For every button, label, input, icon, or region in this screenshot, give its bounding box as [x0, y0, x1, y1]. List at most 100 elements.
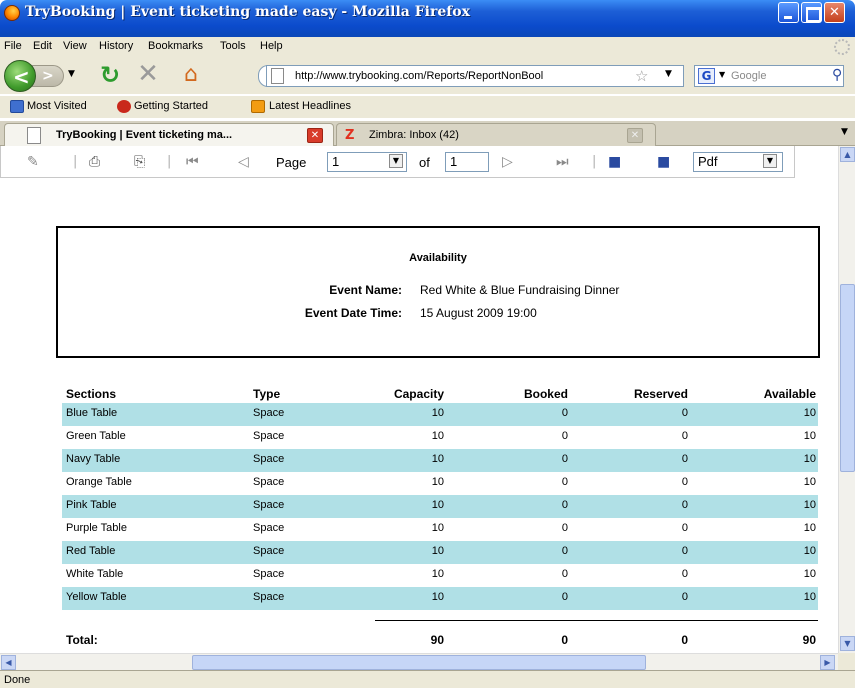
history-dropdown-icon[interactable]: ▼ — [68, 69, 75, 79]
tab-bar: TryBooking | Event ticketing ma... ✕ Z Z… — [0, 121, 855, 147]
last-page-icon[interactable]: ⏭ — [556, 154, 569, 170]
cell-booked: 0 — [561, 545, 568, 557]
cell-booked: 0 — [561, 499, 568, 511]
first-page-icon[interactable]: ⏮ — [186, 154, 199, 170]
tab-trybooking[interactable]: TryBooking | Event ticketing ma... ✕ — [4, 123, 334, 147]
edit-icon[interactable]: ✎ — [27, 154, 39, 170]
cell-type: Space — [253, 453, 285, 465]
search-icon[interactable]: ⚲ — [832, 67, 842, 83]
table-row: White Table Space 10 0 0 10 — [62, 564, 818, 587]
export-format-dropdown-icon[interactable]: ▼ — [763, 154, 777, 168]
next-page-icon[interactable]: ▷ — [502, 154, 513, 170]
print-preview-icon[interactable]: ⎘ — [134, 154, 145, 170]
cell-type: Space — [253, 568, 285, 580]
cell-reserved: 0 — [681, 499, 688, 511]
cell-reserved: 0 — [681, 476, 688, 488]
cell-type: Space — [253, 476, 285, 488]
cell-booked: 0 — [561, 568, 568, 580]
tab-zimbra[interactable]: Z Zimbra: Inbox (42) ✕ — [336, 123, 656, 146]
scroll-left-icon[interactable]: ◀ — [1, 655, 16, 670]
page-dropdown-icon[interactable]: ▼ — [389, 154, 403, 168]
search-engine-dropdown-icon[interactable]: ▼ — [719, 70, 725, 79]
bookmark-most-visited[interactable]: Most Visited — [27, 100, 87, 112]
report-header: Availability Event Name: Red White & Blu… — [56, 226, 820, 358]
minimize-icon — [779, 3, 798, 22]
vertical-scrollbar[interactable]: ▲ ▼ — [838, 146, 855, 653]
cell-available: 10 — [803, 568, 816, 580]
table-row: Yellow Table Space 10 0 0 10 — [62, 587, 818, 610]
search-bar[interactable]: G ▼ Google ⚲ — [694, 65, 844, 87]
window-title-bar: TryBooking | Event ticketing made easy -… — [0, 0, 855, 37]
menu-tools[interactable]: Tools — [220, 40, 246, 52]
cell-section: Yellow Table — [66, 591, 127, 603]
horizontal-scrollbar[interactable]: ◀ ▶ — [0, 653, 838, 670]
scroll-down-icon[interactable]: ▼ — [840, 636, 855, 651]
col-sections: Sections — [66, 387, 117, 401]
cell-capacity: 10 — [431, 476, 444, 488]
reload-button[interactable]: ↻ — [98, 63, 122, 87]
cell-booked: 0 — [561, 407, 568, 419]
back-button[interactable]: < — [4, 60, 36, 92]
search-engine-icon[interactable]: G — [698, 68, 715, 84]
search-input[interactable]: Google — [731, 70, 766, 82]
menu-bookmarks[interactable]: Bookmarks — [148, 40, 203, 52]
event-datetime-label: Event Date Time: — [304, 306, 402, 320]
vertical-scroll-thumb[interactable] — [840, 284, 855, 472]
report-toolbar: ✎ | ⎙ ⎘ | ⏮ ◁ Page 1 ▼ of 1 ▷ ⏭ | ■ ■ Pd… — [0, 146, 795, 178]
cell-reserved: 0 — [681, 430, 688, 442]
url-text[interactable]: http://www.trybooking.com/Reports/Report… — [295, 70, 543, 82]
cell-available: 10 — [803, 545, 816, 557]
cell-capacity: 10 — [431, 453, 444, 465]
close-icon: ✕ — [829, 5, 840, 20]
table-row: Purple Table Space 10 0 0 10 — [62, 518, 818, 541]
menu-file[interactable]: File — [4, 40, 22, 52]
cell-reserved: 0 — [681, 545, 688, 557]
getting-started-icon — [117, 100, 131, 113]
horizontal-scroll-thumb[interactable] — [192, 655, 646, 670]
page-icon — [271, 68, 284, 84]
save-icon[interactable]: ■ — [608, 154, 621, 170]
close-window-button[interactable]: ✕ — [824, 2, 845, 23]
close-tab-button[interactable]: ✕ — [307, 128, 323, 143]
total-divider — [375, 620, 818, 621]
cell-capacity: 10 — [431, 407, 444, 419]
activity-throbber-icon — [834, 39, 850, 55]
cell-type: Space — [253, 522, 285, 534]
cell-type: Space — [253, 430, 285, 442]
export-icon[interactable]: ■ — [657, 154, 670, 170]
page-icon — [27, 127, 41, 144]
bookmark-star-icon[interactable]: ☆ — [635, 67, 648, 85]
cell-capacity: 10 — [431, 545, 444, 557]
cell-section: Green Table — [66, 430, 126, 442]
table-row: Red Table Space 10 0 0 10 — [62, 541, 818, 564]
menu-edit[interactable]: Edit — [33, 40, 52, 52]
minimize-button[interactable] — [778, 2, 799, 23]
col-type: Type — [253, 387, 281, 401]
cell-type: Space — [253, 499, 285, 511]
maximize-icon — [802, 3, 821, 22]
navigation-toolbar: > < ▼ ↻ ✕ ⌂ http://www.trybooking.com/Re… — [0, 57, 855, 94]
maximize-button[interactable] — [801, 2, 822, 23]
scroll-right-icon[interactable]: ▶ — [820, 655, 835, 670]
menu-history[interactable]: History — [99, 40, 133, 52]
cell-section: Pink Table — [66, 499, 117, 511]
bookmark-latest-headlines[interactable]: Latest Headlines — [269, 100, 351, 112]
cell-type: Space — [253, 545, 285, 557]
cell-capacity: 10 — [431, 522, 444, 534]
url-dropdown-icon[interactable]: ▼ — [665, 69, 672, 79]
forward-button[interactable]: > — [32, 65, 64, 87]
cell-reserved: 0 — [681, 522, 688, 534]
menu-view[interactable]: View — [63, 40, 87, 52]
menu-help[interactable]: Help — [260, 40, 283, 52]
stop-button[interactable]: ✕ — [136, 61, 160, 87]
tab-list-dropdown-icon[interactable]: ▼ — [841, 127, 848, 137]
bookmark-getting-started[interactable]: Getting Started — [134, 100, 208, 112]
close-tab-button[interactable]: ✕ — [627, 128, 643, 143]
home-button[interactable]: ⌂ — [178, 62, 204, 88]
scroll-up-icon[interactable]: ▲ — [840, 147, 855, 162]
separator: | — [592, 154, 597, 169]
url-bar[interactable]: http://www.trybooking.com/Reports/Report… — [266, 65, 684, 87]
table-row: Green Table Space 10 0 0 10 — [62, 426, 818, 449]
previous-page-icon[interactable]: ◁ — [238, 154, 249, 170]
print-icon[interactable]: ⎙ — [89, 154, 100, 170]
